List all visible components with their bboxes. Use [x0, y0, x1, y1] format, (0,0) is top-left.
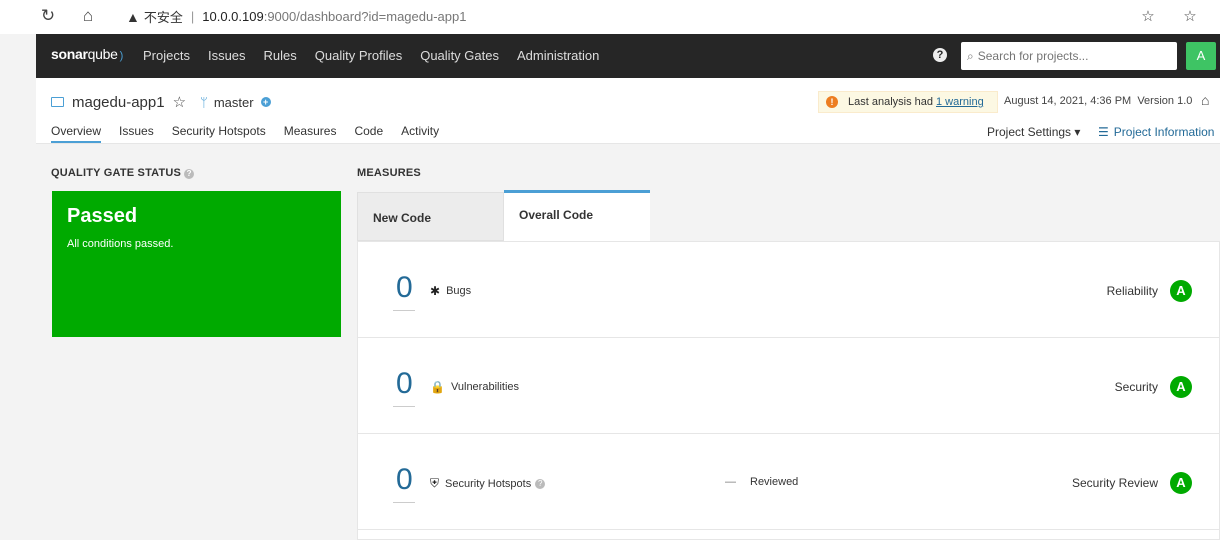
tab-activity[interactable]: Activity: [401, 124, 439, 143]
project-header: magedu-app1 ☆ ᛘ master + ! Last analysis…: [36, 78, 1220, 144]
lock-icon: 🔒: [430, 380, 445, 394]
favorite-star-icon[interactable]: ☆: [173, 93, 186, 111]
nav-rules[interactable]: Rules: [264, 48, 297, 63]
shield-icon: ⛨: [430, 476, 440, 490]
analysis-date: August 14, 2021, 4:36 PM: [1004, 95, 1132, 107]
nav-administration[interactable]: Administration: [517, 48, 599, 63]
tab-issues[interactable]: Issues: [119, 124, 154, 143]
url-text: 10.0.0.109:9000/dashboard?id=magedu-app1: [202, 9, 467, 24]
warning-text: Last analysis had: [848, 96, 933, 108]
reliability-label: Reliability: [1106, 284, 1158, 298]
search-box[interactable]: ⌕: [961, 42, 1177, 70]
nav-quality-profiles[interactable]: Quality Profiles: [315, 48, 402, 63]
analysis-meta: August 14, 2021, 4:36 PM Version 1.0: [1004, 95, 1192, 107]
quality-gate-card: Passed All conditions passed.: [52, 191, 341, 337]
security-hotspots-label: ⛨ Security Hotspots?: [430, 476, 546, 491]
sonarqube-logo[interactable]: sonarqube): [51, 46, 123, 62]
project-information-link[interactable]: ☰ Project Information: [1098, 125, 1214, 139]
favorite-icon[interactable]: ☆: [1136, 4, 1160, 28]
url-separator: |: [190, 9, 195, 24]
bug-icon: ✱: [430, 284, 441, 298]
reload-icon[interactable]: ↻: [36, 4, 60, 28]
address-bar[interactable]: ▲ 不安全 | 10.0.0.109:9000/dashboard?id=mag…: [126, 7, 466, 26]
project-version: Version 1.0: [1137, 95, 1193, 107]
security-rating-badge[interactable]: A: [1170, 376, 1192, 398]
security-label: Security: [1114, 380, 1158, 394]
bugs-label: ✱ Bugs: [430, 284, 472, 298]
branch-info-icon[interactable]: +: [260, 97, 271, 107]
home-page-icon[interactable]: ⌂: [1201, 92, 1209, 108]
security-review-label: Security Review: [1071, 476, 1158, 490]
branch-name[interactable]: master: [214, 95, 254, 110]
reliability-rating-badge[interactable]: A: [1170, 280, 1192, 302]
home-icon[interactable]: ⌂: [76, 4, 100, 28]
quality-gate-status: Passed: [67, 205, 138, 227]
main-menu: Projects Issues Rules Quality Profiles Q…: [143, 48, 617, 63]
avatar[interactable]: A: [1186, 42, 1216, 70]
help-icon[interactable]: ?: [933, 48, 947, 62]
vulnerabilities-count[interactable]: 0: [393, 368, 415, 407]
measures-title: MEASURES: [357, 167, 421, 179]
search-input[interactable]: [977, 49, 1158, 63]
analysis-warning: ! Last analysis had 1 warning: [818, 91, 998, 113]
bugs-count[interactable]: 0: [393, 272, 415, 311]
project-name[interactable]: magedu-app1: [72, 94, 165, 111]
quality-gate-title: QUALITY GATE STATUS?: [51, 167, 195, 179]
nav-quality-gates[interactable]: Quality Gates: [420, 48, 499, 63]
help-icon[interactable]: ?: [184, 169, 195, 179]
tab-overview[interactable]: Overview: [51, 124, 102, 143]
browser-toolbar: ↻ ⌂ ▲ 不安全 | 10.0.0.109:9000/dashboard?id…: [0, 0, 1220, 34]
list-icon: ☰: [1098, 125, 1109, 139]
project-icon: [51, 97, 64, 107]
warning-link[interactable]: 1 warning: [936, 96, 984, 108]
security-hotspots-count[interactable]: 0: [393, 464, 415, 503]
security-review-rating-badge[interactable]: A: [1170, 472, 1192, 494]
project-settings-dropdown[interactable]: Project Settings ▾: [987, 125, 1080, 139]
warning-icon: !: [826, 96, 838, 108]
warning-triangle-icon: ▲: [126, 8, 140, 25]
tab-overall-code[interactable]: Overall Code: [504, 190, 650, 242]
help-icon[interactable]: ?: [535, 478, 546, 489]
reviewed-percentage: — Reviewed: [725, 476, 799, 488]
measure-row-bugs: 0 ✱ Bugs Reliability A: [358, 242, 1220, 338]
measures-panel: 0 ✱ Bugs Reliability A 0 🔒 Vulnerabilities…: [357, 241, 1220, 540]
tab-new-code[interactable]: New Code: [357, 192, 504, 241]
project-title-row: magedu-app1 ☆ ᛘ master +: [51, 93, 271, 111]
security-warning-text: 不安全: [143, 10, 183, 25]
project-tabs: Overview Issues Security Hotspots Measur…: [51, 124, 457, 143]
branch-icon: ᛘ: [200, 94, 208, 110]
vulnerabilities-label: 🔒 Vulnerabilities: [430, 380, 520, 394]
collections-icon[interactable]: ☆: [1178, 4, 1202, 28]
nav-issues[interactable]: Issues: [208, 48, 246, 63]
tab-measures[interactable]: Measures: [284, 124, 337, 143]
nav-projects[interactable]: Projects: [143, 48, 190, 63]
measure-row-vulnerabilities: 0 🔒 Vulnerabilities Security A: [358, 338, 1220, 434]
tab-security-hotspots[interactable]: Security Hotspots: [172, 124, 266, 143]
measure-row-security-hotspots: 0 ⛨ Security Hotspots? — Reviewed Security…: [358, 434, 1220, 530]
quality-gate-description: All conditions passed.: [67, 238, 174, 250]
sonarqube-navbar: sonarqube) Projects Issues Rules Quality…: [36, 34, 1220, 78]
tab-code[interactable]: Code: [354, 124, 383, 143]
search-icon: ⌕: [967, 48, 974, 63]
